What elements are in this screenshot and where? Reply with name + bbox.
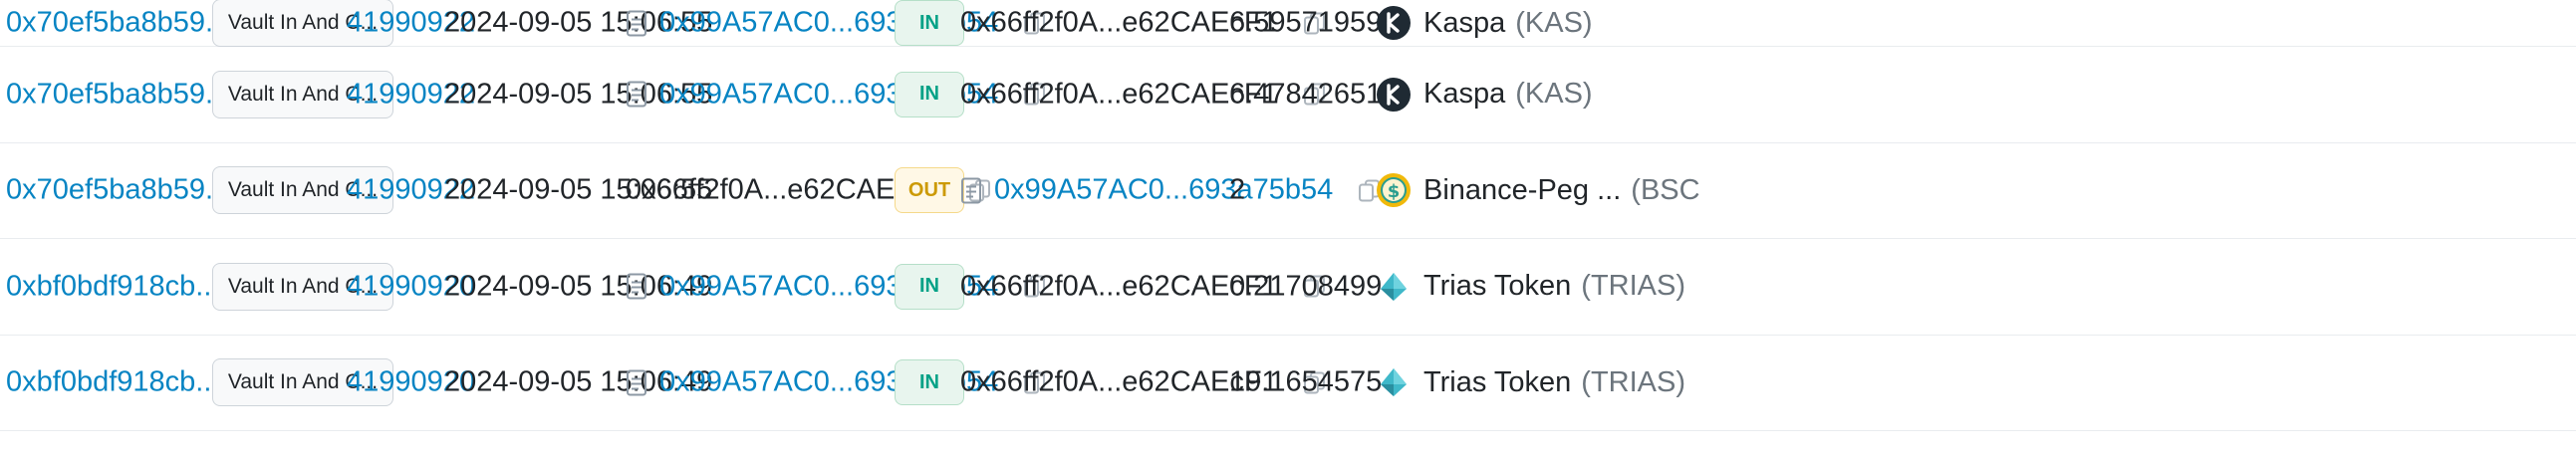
token-symbol: (BSC (1631, 173, 1700, 206)
amount-value: 6.47842651 (1229, 78, 1383, 111)
table-row: 0x70ef5ba8b59... Vault In And C... 4199092… (0, 47, 2576, 143)
to-address-cell: 0x99A57AC0...693a75b54 (960, 174, 1383, 207)
token-cell[interactable]: Trias Token (TRIAS) (1376, 364, 1685, 400)
token-name[interactable]: Kaspa (1423, 78, 1505, 111)
token-transfers-table: 0x70ef5ba8b59... Vault In And C... 4199092… (0, 0, 2576, 431)
direction-cell: IN (895, 359, 964, 406)
amount-cell: 2 (1229, 174, 1245, 207)
direction-badge: OUT (895, 167, 964, 214)
direction-badge: IN (895, 263, 964, 310)
token-cell[interactable]: Kaspa (KAS) (1376, 5, 1593, 41)
to-address-link[interactable]: 0x99A57AC0...693a75b54 (994, 174, 1333, 207)
table-row: 0x70ef5ba8b59... Vault In And C... 4199092… (0, 0, 2576, 47)
direction-cell: IN (895, 263, 964, 310)
table-row: 0x70ef5ba8b59... Vault In And C... 4199092… (0, 143, 2576, 239)
amount-value: 0.21708499 (1229, 270, 1383, 303)
direction-cell: IN (895, 0, 964, 46)
table-row: 0xbf0bdf918cb... Vault In And C... 4199092… (0, 239, 2576, 336)
binance-peg-usd-icon: $ (1376, 172, 1412, 208)
tx-hash-link[interactable]: 0xbf0bdf918cb... (6, 270, 219, 303)
direction-badge: IN (895, 359, 964, 406)
trias-icon (1376, 364, 1412, 400)
amount-cell: 6.59571959 (1229, 7, 1382, 40)
contract-icon (626, 273, 647, 301)
contract-icon (626, 81, 647, 109)
token-name[interactable]: Binance-Peg ... (1423, 174, 1621, 207)
direction-cell: OUT (895, 167, 964, 214)
token-symbol: (KAS) (1515, 78, 1593, 111)
amount-value: 6.59571959 (1229, 6, 1383, 39)
tx-hash-link[interactable]: 0xbf0bdf918cb... (6, 366, 219, 399)
amount-value: 2 (1229, 173, 1246, 206)
token-cell[interactable]: $ Binance-Peg ... (BSC (1376, 172, 1700, 208)
direction-badge: IN (895, 0, 964, 46)
amount-cell: 19.1654575 (1229, 366, 1382, 399)
token-symbol: (TRIAS) (1581, 270, 1686, 303)
tx-hash-link[interactable]: 0x70ef5ba8b59... (6, 78, 229, 111)
contract-icon (626, 368, 647, 396)
token-cell[interactable]: Trias Token (TRIAS) (1376, 269, 1685, 305)
tx-hash-link[interactable]: 0x70ef5ba8b59... (6, 174, 229, 207)
token-symbol: (KAS) (1515, 6, 1593, 39)
token-name[interactable]: Kaspa (1423, 7, 1505, 40)
amount-cell: 6.47842651 (1229, 78, 1382, 111)
kaspa-icon (1376, 5, 1412, 41)
token-name[interactable]: Trias Token (1423, 270, 1571, 303)
kaspa-icon (1376, 77, 1412, 113)
trias-icon (1376, 269, 1412, 305)
token-symbol: (TRIAS) (1581, 365, 1686, 398)
table-row: 0xbf0bdf918cb... Vault In And C... 4199092… (0, 336, 2576, 431)
tx-hash-link[interactable]: 0x70ef5ba8b59... (6, 7, 229, 40)
amount-cell: 0.21708499 (1229, 270, 1382, 303)
token-name[interactable]: Trias Token (1423, 366, 1571, 399)
contract-icon (960, 176, 982, 204)
direction-badge: IN (895, 71, 964, 117)
token-cell[interactable]: Kaspa (KAS) (1376, 77, 1593, 113)
svg-text:$: $ (1388, 181, 1401, 202)
contract-icon (626, 9, 647, 37)
amount-value: 19.1654575 (1229, 365, 1383, 398)
direction-cell: IN (895, 71, 964, 117)
